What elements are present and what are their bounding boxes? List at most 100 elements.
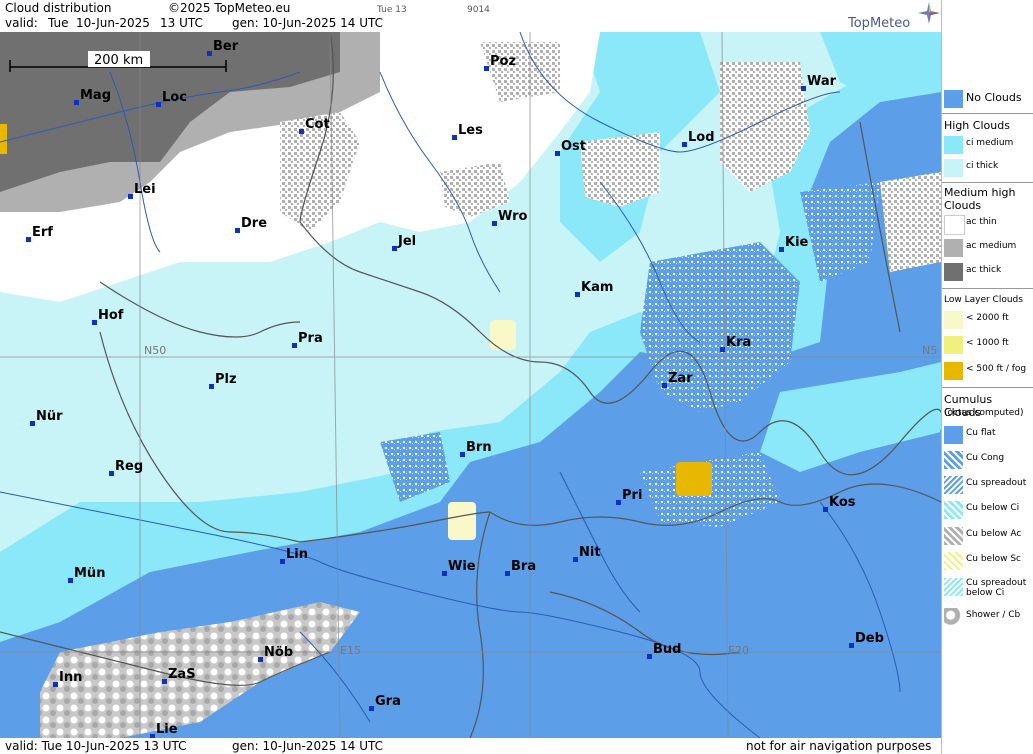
legend-low-2000-label: < 2000 ft <box>966 313 1009 323</box>
legend-shower-cb: Shower / Cb <box>942 606 1033 628</box>
legend-ci-thick: ci thick <box>942 157 1033 179</box>
city-marker-mag <box>74 100 79 105</box>
city-marker-loc <box>156 102 161 107</box>
low-cloud-2000ft-patch <box>448 502 476 540</box>
valid-label: valid: <box>5 16 38 30</box>
legend-low-1000: < 1000 ft <box>942 334 1033 356</box>
legend-separator <box>942 288 1033 289</box>
footer-valid: valid: Tue 10-Jun-2025 13 UTC <box>5 739 187 753</box>
city-label-kra: Kra <box>726 335 751 350</box>
city-marker-erf <box>26 237 31 242</box>
city-label-lei: Lei <box>134 182 156 197</box>
legend-cu-flat: Cu flat <box>942 424 1033 446</box>
city-label-lod: Lod <box>688 130 715 145</box>
city-marker-pri <box>616 500 621 505</box>
legend-low-title: Low Layer Clouds <box>944 295 1023 305</box>
city-marker-bra <box>505 571 510 576</box>
legend-cu-flat-label: Cu flat <box>966 428 996 438</box>
footer-disclaimer: not for air navigation purposes <box>746 739 932 753</box>
city-marker-kra <box>720 347 725 352</box>
city-label-bud: Bud <box>653 642 681 657</box>
cu-below-ci-swatch <box>944 501 963 519</box>
city-marker-lod <box>682 142 687 147</box>
city-marker-gra <box>369 706 374 711</box>
city-label-les: Les <box>458 123 483 138</box>
city-marker-kam <box>575 292 580 297</box>
city-label-brn: Brn <box>466 440 492 455</box>
time-tab-label[interactable]: Tue 13 <box>377 3 407 17</box>
cu-below-sc-swatch <box>944 552 963 570</box>
city-label-wie: Wie <box>448 559 476 574</box>
cu-below-ac-swatch <box>944 527 963 545</box>
legend-cu-cong: Cu Cong <box>942 449 1033 471</box>
valid-date: 10-Jun-2025 <box>76 16 150 30</box>
cu-flat-swatch <box>944 426 963 444</box>
cloud-map-canvas[interactable]: N50 E15 E20 N5 200 km Ber Poz War Mag Loc Cot… <box>0 32 941 738</box>
city-label-ost: Ost <box>561 139 586 154</box>
ci-thick-swatch <box>944 159 963 177</box>
city-label-lie: Lie <box>156 722 178 737</box>
city-label-war: War <box>807 74 837 89</box>
legend-low-1000-label: < 1000 ft <box>966 338 1009 348</box>
legend-cu-below-sc: Cu below Sc <box>942 550 1033 572</box>
city-label-ber: Ber <box>213 39 239 54</box>
city-label-loc: Loc <box>162 90 187 105</box>
legend-ac-thick: ac thick <box>942 261 1033 283</box>
legend-shower-cb-label: Shower / Cb <box>966 610 1021 620</box>
city-label-deb: Deb <box>855 631 884 646</box>
city-label-nür: Nür <box>36 409 63 424</box>
legend-ci-medium: ci medium <box>942 134 1033 156</box>
compass-star-icon <box>918 2 940 24</box>
legend-cu-spreadout-label: Cu spreadout <box>966 478 1027 488</box>
copyright-text: ©2025 TopMeteo.eu <box>168 1 291 15</box>
city-label-kie: Kie <box>785 235 809 250</box>
brand-logo-text: TopMeteo <box>848 16 911 31</box>
city-label-jel: Jel <box>397 234 416 249</box>
footer-generated: gen: 10-Jun-2025 14 UTC <box>232 739 384 753</box>
city-label-inn: Inn <box>59 670 82 685</box>
city-marker-nöb <box>258 657 263 662</box>
legend-low-500: < 500 ft / fog <box>942 360 1033 382</box>
legend-ac-thick-label: ac thick <box>966 265 1002 275</box>
cloud-map[interactable]: N50 E15 E20 N5 200 km Ber Poz War Mag Loc Cot… <box>0 32 941 738</box>
city-marker-bud <box>647 654 652 659</box>
city-marker-plz <box>209 384 214 389</box>
scale-label: 200 km <box>94 53 143 68</box>
legend-medium-title: Medium high Clouds <box>944 186 1016 212</box>
legend-cu-subtitle: (octas computed) <box>944 408 1024 418</box>
city-marker-reg <box>109 471 114 476</box>
city-marker-inn <box>53 682 58 687</box>
valid-time: 13 UTC <box>160 16 203 30</box>
low-cloud-2000ft-patch <box>490 320 516 350</box>
legend-ac-thin: ac thin <box>942 213 1033 235</box>
city-marker-war <box>801 86 806 91</box>
city-label-hof: Hof <box>98 308 124 323</box>
legend-high-title: High Clouds <box>944 119 1010 132</box>
city-label-pri: Pri <box>622 488 642 503</box>
no-clouds-swatch <box>944 90 963 108</box>
city-marker-poz <box>484 66 489 71</box>
city-label-poz: Poz <box>490 54 516 69</box>
legend-ac-thin-label: ac thin <box>966 217 997 227</box>
cu-cong-swatch <box>944 451 963 469</box>
city-label-dre: Dre <box>241 216 267 231</box>
legend-cu-below-ac-label: Cu below Ac <box>966 529 1022 539</box>
city-marker-deb <box>849 643 854 648</box>
city-marker-ost <box>555 151 560 156</box>
city-marker-zar <box>662 383 667 388</box>
legend-no-clouds: No Clouds <box>942 88 1033 110</box>
city-marker-ber <box>207 51 212 56</box>
city-label-nit: Nit <box>579 545 601 560</box>
legend-cu-spreadout-below-ci-label: Cu spreadout below Ci <box>966 578 1027 598</box>
city-marker-cot <box>299 129 304 134</box>
legend-cu-cong-label: Cu Cong <box>966 453 1005 463</box>
city-label-pra: Pra <box>298 331 323 346</box>
low-2000-swatch <box>944 311 963 329</box>
city-label-reg: Reg <box>115 459 143 474</box>
city-label-bra: Bra <box>511 559 536 574</box>
legend-cu-below-sc-label: Cu below Sc <box>966 554 1021 564</box>
city-label-mün: Mün <box>74 566 105 581</box>
legend-ci-thick-label: ci thick <box>966 161 999 171</box>
low-500-swatch <box>944 362 963 380</box>
legend-low-500-label: < 500 ft / fog <box>966 364 1027 374</box>
